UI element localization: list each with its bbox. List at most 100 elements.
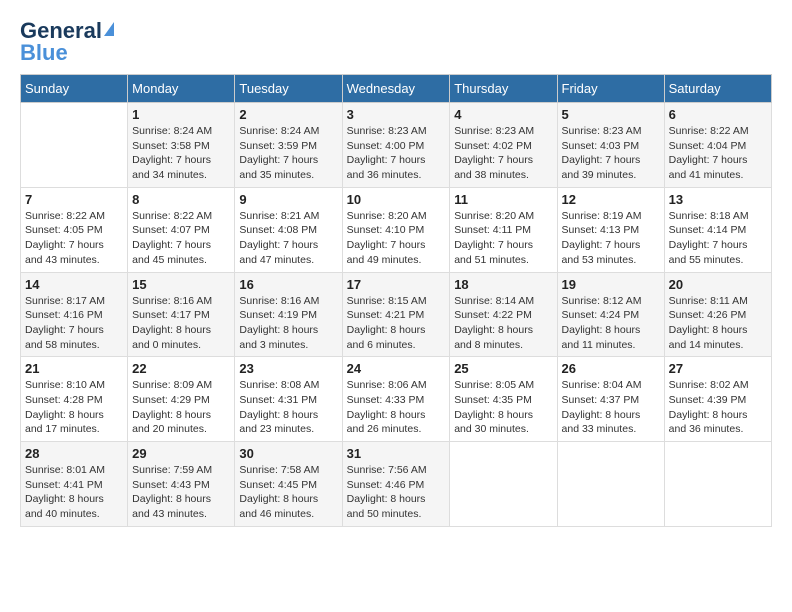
logo-triangle-icon xyxy=(104,22,114,36)
header-thursday: Thursday xyxy=(450,75,557,103)
calendar-cell: 19 Sunrise: 8:12 AMSunset: 4:24 PMDayligh… xyxy=(557,272,664,357)
day-number: 4 xyxy=(454,107,552,122)
calendar-cell: 20 Sunrise: 8:11 AMSunset: 4:26 PMDayligh… xyxy=(664,272,771,357)
day-info: Sunrise: 8:09 AMSunset: 4:29 PMDaylight:… xyxy=(132,378,230,437)
header-monday: Monday xyxy=(128,75,235,103)
header-friday: Friday xyxy=(557,75,664,103)
day-info: Sunrise: 8:05 AMSunset: 4:35 PMDaylight:… xyxy=(454,378,552,437)
calendar-cell: 6 Sunrise: 8:22 AMSunset: 4:04 PMDaylight… xyxy=(664,103,771,188)
day-info: Sunrise: 8:06 AMSunset: 4:33 PMDaylight:… xyxy=(347,378,446,437)
day-number: 11 xyxy=(454,192,552,207)
calendar-cell: 7 Sunrise: 8:22 AMSunset: 4:05 PMDaylight… xyxy=(21,187,128,272)
calendar-week-row: 14 Sunrise: 8:17 AMSunset: 4:16 PMDayligh… xyxy=(21,272,772,357)
day-number: 2 xyxy=(239,107,337,122)
day-number: 24 xyxy=(347,361,446,376)
calendar-week-row: 7 Sunrise: 8:22 AMSunset: 4:05 PMDaylight… xyxy=(21,187,772,272)
calendar-cell: 24 Sunrise: 8:06 AMSunset: 4:33 PMDayligh… xyxy=(342,357,450,442)
page-header: General Blue xyxy=(20,20,772,64)
calendar-cell xyxy=(664,442,771,527)
day-number: 1 xyxy=(132,107,230,122)
calendar-cell: 22 Sunrise: 8:09 AMSunset: 4:29 PMDayligh… xyxy=(128,357,235,442)
day-number: 21 xyxy=(25,361,123,376)
calendar-cell: 28Sunrise: 8:01 AMSunset: 4:41 PMDayligh… xyxy=(21,442,128,527)
calendar-week-row: 21 Sunrise: 8:10 AMSunset: 4:28 PMDayligh… xyxy=(21,357,772,442)
day-info: Sunrise: 8:24 AMSunset: 3:59 PMDaylight:… xyxy=(239,124,337,183)
day-number: 26 xyxy=(562,361,660,376)
calendar-cell: 16Sunrise: 8:16 AMSunset: 4:19 PMDayligh… xyxy=(235,272,342,357)
day-number: 19 xyxy=(562,277,660,292)
day-number: 9 xyxy=(239,192,337,207)
day-info: Sunrise: 8:20 AMSunset: 4:11 PMDaylight:… xyxy=(454,209,552,268)
calendar-cell: 14 Sunrise: 8:17 AMSunset: 4:16 PMDayligh… xyxy=(21,272,128,357)
header-saturday: Saturday xyxy=(664,75,771,103)
day-number: 25 xyxy=(454,361,552,376)
calendar-cell: 12Sunrise: 8:19 AMSunset: 4:13 PMDayligh… xyxy=(557,187,664,272)
day-number: 23 xyxy=(239,361,337,376)
day-info: Sunrise: 8:08 AMSunset: 4:31 PMDaylight:… xyxy=(239,378,337,437)
calendar-cell: 11 Sunrise: 8:20 AMSunset: 4:11 PMDayligh… xyxy=(450,187,557,272)
day-info: Sunrise: 8:22 AMSunset: 4:05 PMDaylight:… xyxy=(25,209,123,268)
day-info: Sunrise: 8:01 AMSunset: 4:41 PMDaylight:… xyxy=(25,463,123,522)
day-info: Sunrise: 8:24 AMSunset: 3:58 PMDaylight:… xyxy=(132,124,230,183)
calendar-cell: 5 Sunrise: 8:23 AMSunset: 4:03 PMDaylight… xyxy=(557,103,664,188)
day-number: 31 xyxy=(347,446,446,461)
calendar-cell xyxy=(557,442,664,527)
day-number: 3 xyxy=(347,107,446,122)
calendar-cell: 2 Sunrise: 8:24 AMSunset: 3:59 PMDaylight… xyxy=(235,103,342,188)
day-info: Sunrise: 7:56 AMSunset: 4:46 PMDaylight:… xyxy=(347,463,446,522)
day-number: 7 xyxy=(25,192,123,207)
day-info: Sunrise: 8:10 AMSunset: 4:28 PMDaylight:… xyxy=(25,378,123,437)
day-info: Sunrise: 8:18 AMSunset: 4:14 PMDaylight:… xyxy=(669,209,767,268)
calendar-cell: 31 Sunrise: 7:56 AMSunset: 4:46 PMDayligh… xyxy=(342,442,450,527)
day-number: 5 xyxy=(562,107,660,122)
header-tuesday: Tuesday xyxy=(235,75,342,103)
day-number: 20 xyxy=(669,277,767,292)
calendar-table: SundayMondayTuesdayWednesdayThursdayFrid… xyxy=(20,74,772,527)
day-info: Sunrise: 8:23 AMSunset: 4:03 PMDaylight:… xyxy=(562,124,660,183)
calendar-cell: 23 Sunrise: 8:08 AMSunset: 4:31 PMDayligh… xyxy=(235,357,342,442)
day-info: Sunrise: 8:23 AMSunset: 4:02 PMDaylight:… xyxy=(454,124,552,183)
day-number: 17 xyxy=(347,277,446,292)
day-info: Sunrise: 8:16 AMSunset: 4:17 PMDaylight:… xyxy=(132,294,230,353)
day-info: Sunrise: 8:23 AMSunset: 4:00 PMDaylight:… xyxy=(347,124,446,183)
day-number: 29 xyxy=(132,446,230,461)
calendar-cell: 18Sunrise: 8:14 AMSunset: 4:22 PMDayligh… xyxy=(450,272,557,357)
calendar-cell: 9 Sunrise: 8:21 AMSunset: 4:08 PMDaylight… xyxy=(235,187,342,272)
day-info: Sunrise: 7:59 AMSunset: 4:43 PMDaylight:… xyxy=(132,463,230,522)
day-info: Sunrise: 8:16 AMSunset: 4:19 PMDaylight:… xyxy=(239,294,337,353)
day-number: 22 xyxy=(132,361,230,376)
logo: General Blue xyxy=(20,20,114,64)
calendar-cell: 25 Sunrise: 8:05 AMSunset: 4:35 PMDayligh… xyxy=(450,357,557,442)
day-info: Sunrise: 8:17 AMSunset: 4:16 PMDaylight:… xyxy=(25,294,123,353)
day-info: Sunrise: 7:58 AMSunset: 4:45 PMDaylight:… xyxy=(239,463,337,522)
day-info: Sunrise: 8:02 AMSunset: 4:39 PMDaylight:… xyxy=(669,378,767,437)
day-number: 8 xyxy=(132,192,230,207)
day-info: Sunrise: 8:20 AMSunset: 4:10 PMDaylight:… xyxy=(347,209,446,268)
calendar-cell: 30 Sunrise: 7:58 AMSunset: 4:45 PMDayligh… xyxy=(235,442,342,527)
day-number: 14 xyxy=(25,277,123,292)
day-number: 10 xyxy=(347,192,446,207)
calendar-cell: 10 Sunrise: 8:20 AMSunset: 4:10 PMDayligh… xyxy=(342,187,450,272)
day-info: Sunrise: 8:22 AMSunset: 4:07 PMDaylight:… xyxy=(132,209,230,268)
calendar-cell: 15Sunrise: 8:16 AMSunset: 4:17 PMDayligh… xyxy=(128,272,235,357)
day-info: Sunrise: 8:14 AMSunset: 4:22 PMDaylight:… xyxy=(454,294,552,353)
calendar-cell: 3 Sunrise: 8:23 AMSunset: 4:00 PMDaylight… xyxy=(342,103,450,188)
day-info: Sunrise: 8:11 AMSunset: 4:26 PMDaylight:… xyxy=(669,294,767,353)
day-info: Sunrise: 8:19 AMSunset: 4:13 PMDaylight:… xyxy=(562,209,660,268)
calendar-cell: 27Sunrise: 8:02 AMSunset: 4:39 PMDayligh… xyxy=(664,357,771,442)
calendar-cell: 29 Sunrise: 7:59 AMSunset: 4:43 PMDayligh… xyxy=(128,442,235,527)
day-number: 13 xyxy=(669,192,767,207)
day-number: 30 xyxy=(239,446,337,461)
calendar-cell xyxy=(21,103,128,188)
calendar-cell: 1 Sunrise: 8:24 AMSunset: 3:58 PMDaylight… xyxy=(128,103,235,188)
logo-blue: Blue xyxy=(20,42,68,64)
calendar-cell: 21 Sunrise: 8:10 AMSunset: 4:28 PMDayligh… xyxy=(21,357,128,442)
day-number: 6 xyxy=(669,107,767,122)
calendar-header-row: SundayMondayTuesdayWednesdayThursdayFrid… xyxy=(21,75,772,103)
header-wednesday: Wednesday xyxy=(342,75,450,103)
day-info: Sunrise: 8:15 AMSunset: 4:21 PMDaylight:… xyxy=(347,294,446,353)
calendar-cell: 4 Sunrise: 8:23 AMSunset: 4:02 PMDaylight… xyxy=(450,103,557,188)
day-info: Sunrise: 8:21 AMSunset: 4:08 PMDaylight:… xyxy=(239,209,337,268)
day-info: Sunrise: 8:12 AMSunset: 4:24 PMDaylight:… xyxy=(562,294,660,353)
day-info: Sunrise: 8:22 AMSunset: 4:04 PMDaylight:… xyxy=(669,124,767,183)
